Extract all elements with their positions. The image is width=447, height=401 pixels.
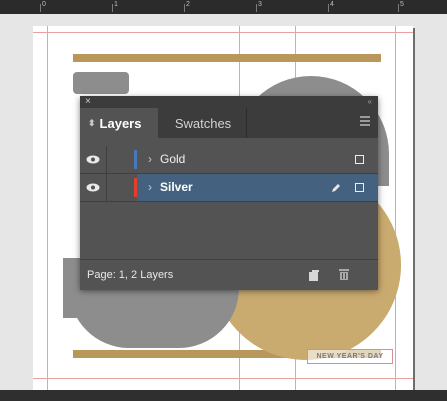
lock-toggle[interactable] xyxy=(106,146,133,173)
selection-square[interactable] xyxy=(355,183,364,192)
ruler-mark-3: 3 xyxy=(258,1,262,8)
layer-color-swatch xyxy=(134,150,137,169)
ruler-tick xyxy=(256,4,257,12)
gold-bar-top[interactable] xyxy=(73,54,381,62)
layers-panel[interactable]: × « ⬍ Layers Swatches › Gold › Silver Pa… xyxy=(80,96,378,290)
tab-swatches-label: Swatches xyxy=(174,115,232,131)
tab-layers-label: Layers xyxy=(99,115,142,131)
layer-count-text: Page: 1, 2 Layers xyxy=(87,269,174,281)
chevron-right-icon[interactable]: › xyxy=(148,174,152,201)
trash-icon[interactable] xyxy=(338,268,350,286)
grey-letter-shape[interactable] xyxy=(69,284,239,348)
close-icon[interactable]: × xyxy=(85,96,91,108)
horizontal-ruler[interactable]: 0 1 2 3 4 5 xyxy=(0,0,447,14)
pen-icon xyxy=(330,181,342,199)
margin-guide xyxy=(395,26,396,394)
ruler-mark-4: 4 xyxy=(330,1,334,8)
layer-color-swatch xyxy=(134,178,137,197)
tab-layers[interactable]: ⬍ Layers xyxy=(80,108,158,138)
selection-square[interactable] xyxy=(355,155,364,164)
margin-guide xyxy=(33,32,413,33)
new-years-day-label[interactable]: NEW YEAR'S DAY xyxy=(307,349,393,364)
chevron-right-icon[interactable]: › xyxy=(148,146,152,173)
row-divider xyxy=(80,201,378,202)
margin-guide xyxy=(47,26,48,394)
panel-tabbar: ⬍ Layers Swatches xyxy=(80,108,378,138)
tab-options-icon[interactable]: ⬍ xyxy=(88,118,96,129)
ruler-mark-5: 5 xyxy=(400,1,404,8)
collapse-icon[interactable]: « xyxy=(368,96,372,108)
ruler-tick xyxy=(184,4,185,12)
layer-row-gold[interactable]: › Gold xyxy=(80,146,378,173)
vertical-ruler[interactable] xyxy=(0,14,14,401)
eye-icon[interactable] xyxy=(80,146,106,173)
layer-name[interactable]: Silver xyxy=(160,174,193,201)
ruler-tick xyxy=(398,4,399,12)
eye-icon[interactable] xyxy=(80,174,106,201)
tab-swatches[interactable]: Swatches xyxy=(160,108,247,138)
new-layer-icon[interactable] xyxy=(308,269,320,287)
ruler-tick xyxy=(328,4,329,12)
layer-name[interactable]: Gold xyxy=(160,146,185,173)
ruler-mark-2: 2 xyxy=(186,1,190,8)
panel-titlebar[interactable]: × « xyxy=(80,96,378,108)
status-bar xyxy=(0,390,447,401)
panel-menu-icon[interactable] xyxy=(360,116,370,128)
ruler-tick xyxy=(40,4,41,12)
grey-letter-shape[interactable] xyxy=(73,72,129,94)
ruler-tick xyxy=(112,4,113,12)
panel-footer: Page: 1, 2 Layers xyxy=(80,259,378,290)
lock-toggle[interactable] xyxy=(106,174,133,201)
ruler-mark-0: 0 xyxy=(42,1,46,8)
layer-row-silver[interactable]: › Silver xyxy=(80,174,378,201)
margin-guide xyxy=(33,378,413,379)
ruler-mark-1: 1 xyxy=(114,1,118,8)
